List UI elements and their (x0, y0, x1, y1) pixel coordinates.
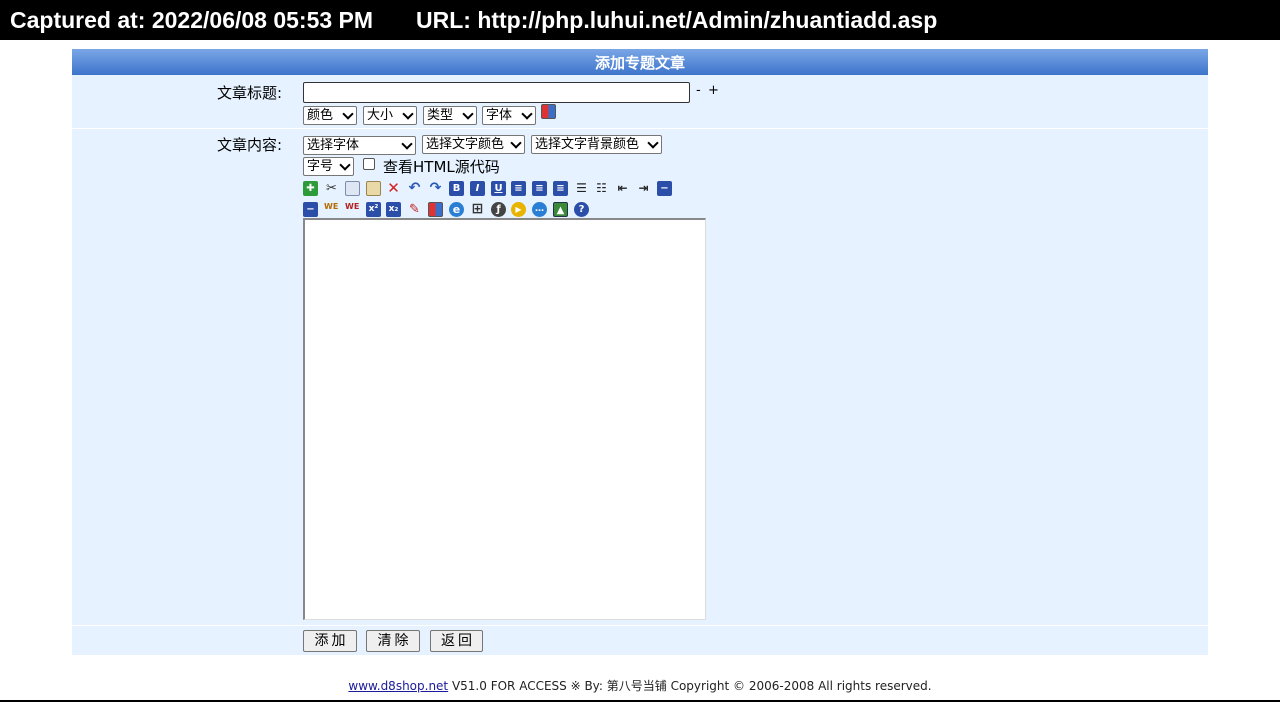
redo-icon[interactable]: ↷ (428, 181, 443, 196)
chevron-down-icon (521, 108, 533, 120)
title-size-select[interactable]: 大小 (363, 106, 417, 125)
bold-icon[interactable]: B (449, 181, 464, 196)
shrink-input-button[interactable]: - (696, 83, 701, 98)
horizontal-rule-icon[interactable]: − (657, 181, 672, 196)
paste-icon[interactable] (366, 181, 381, 196)
font-family-select-value: 选择字体 (307, 138, 360, 153)
footer: www.d8shop.net V51.0 FOR ACCESS ※ By: 第八… (0, 677, 1280, 694)
unordered-list-icon[interactable]: ☰ (574, 181, 589, 196)
site-link[interactable]: www.d8shop.net (348, 679, 448, 693)
title-color-select[interactable]: 颜色 (303, 106, 357, 125)
back-button[interactable]: 返回 (430, 630, 483, 652)
text-color-select[interactable]: 选择文字颜色 (422, 135, 525, 154)
title-type-select[interactable]: 类型 (423, 106, 477, 125)
font-family-select[interactable]: 选择字体 (303, 136, 416, 155)
align-left-icon[interactable]: ≡ (511, 181, 526, 196)
color-picker-icon[interactable] (428, 202, 443, 217)
indent-icon[interactable]: ⇥ (636, 181, 651, 196)
content-editor[interactable] (303, 218, 706, 620)
content-label: 文章内容: (217, 136, 283, 154)
title-size-select-value: 大小 (367, 108, 394, 123)
title-font-select[interactable]: 字体 (482, 106, 536, 125)
chevron-down-icon (647, 137, 659, 149)
link-icon[interactable]: WEB (324, 202, 339, 217)
undo-icon[interactable]: ↶ (407, 181, 422, 196)
title-color-select-value: 颜色 (307, 108, 334, 123)
subscript-icon[interactable]: x₂ (386, 202, 401, 217)
select-all-icon[interactable]: ✚ (303, 181, 318, 196)
ordered-list-icon[interactable]: ☷ (594, 181, 609, 196)
chevron-down-icon (401, 138, 413, 150)
font-size-select[interactable]: 字号 (303, 157, 354, 176)
underline-icon[interactable]: U (491, 181, 506, 196)
title-font-select-value: 字体 (486, 108, 513, 123)
font-size-select-value: 字号 (307, 159, 334, 174)
align-center-icon[interactable]: ≡ (532, 181, 547, 196)
form-header: 添加专题文章 (72, 49, 1208, 75)
text-color-select-value: 选择文字颜色 (426, 137, 505, 152)
cut-icon[interactable]: ✂ (324, 181, 339, 196)
chevron-down-icon (462, 108, 474, 120)
superscript-icon[interactable]: x² (366, 202, 381, 217)
clear-button[interactable]: 清除 (366, 630, 420, 652)
grow-input-button[interactable]: + (708, 83, 719, 98)
delete-icon[interactable]: ✕ (386, 181, 401, 196)
row-divider (72, 128, 1208, 129)
url-text: URL: http://php.luhui.net/Admin/zhuantia… (416, 7, 938, 33)
highlight-icon[interactable]: ✎ (407, 202, 422, 217)
flash-icon[interactable]: ƒ (491, 202, 506, 217)
title-type-select-value: 类型 (427, 108, 454, 123)
outdent-icon[interactable]: ⇤ (615, 181, 630, 196)
media-icon[interactable]: ▶ (511, 202, 526, 217)
unlink-icon[interactable]: WEB (345, 202, 360, 217)
copy-icon[interactable] (345, 181, 360, 196)
text-bg-color-select[interactable]: 选择文字背景颜色 (531, 135, 662, 154)
comment-icon[interactable]: … (532, 202, 547, 217)
add-button[interactable]: 添加 (303, 630, 357, 652)
italic-icon[interactable]: I (470, 181, 485, 196)
chevron-down-icon (342, 108, 354, 120)
table-icon[interactable]: ⊞ (470, 202, 485, 217)
color-palette-icon[interactable] (541, 104, 556, 119)
captured-at-text: Captured at: 2022/06/08 05:53 PM (10, 7, 374, 33)
html-source-checkbox[interactable] (363, 158, 375, 170)
web-icon[interactable]: e (449, 202, 464, 217)
chevron-down-icon (339, 159, 351, 171)
title-label: 文章标题: (217, 84, 283, 102)
capture-bar: Captured at: 2022/06/08 05:53 PM URL: ht… (0, 0, 1280, 40)
chevron-down-icon (510, 137, 522, 149)
horizontal-rule-icon[interactable]: − (303, 202, 318, 217)
align-right-icon[interactable]: ≡ (553, 181, 568, 196)
footer-text: V51.0 FOR ACCESS ※ By: 第八号当铺 Copyright ©… (448, 679, 932, 693)
add-topic-article-form: 添加专题文章 文章标题: - + 颜色 大小 类型 字体 文章内容: 选择字体 … (72, 49, 1208, 655)
help-icon[interactable]: ? (574, 202, 589, 217)
image-icon[interactable]: ▲ (553, 202, 568, 217)
chevron-down-icon (402, 108, 414, 120)
text-bg-color-select-value: 选择文字背景颜色 (535, 137, 640, 152)
html-source-label: 查看HTML源代码 (383, 158, 500, 176)
title-input[interactable] (303, 82, 690, 103)
row-divider (72, 625, 1208, 626)
